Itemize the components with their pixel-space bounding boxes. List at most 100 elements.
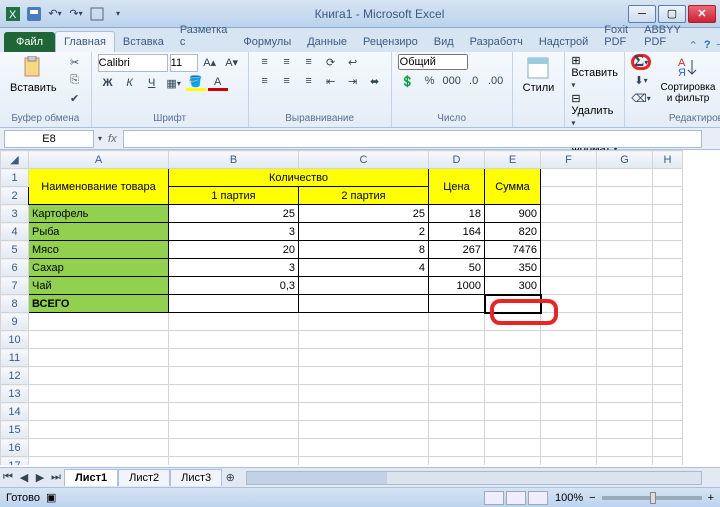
sheet-tab-3[interactable]: Лист3 xyxy=(170,469,222,486)
inc-decimal-icon[interactable]: .0 xyxy=(464,73,484,89)
sheet-nav-first-icon[interactable]: ⏮ xyxy=(0,471,16,484)
italic-icon[interactable]: К xyxy=(120,75,140,91)
shrink-font-icon[interactable]: A▾ xyxy=(222,54,242,70)
comma-icon[interactable]: 000 xyxy=(442,73,462,89)
cells-delete-button[interactable]: ⊟ Удалить ▾ xyxy=(571,92,618,129)
save-icon[interactable] xyxy=(25,5,43,23)
cell[interactable]: Наименование товара xyxy=(29,169,169,205)
col-header-A[interactable]: A xyxy=(29,151,169,169)
selected-cell-E8[interactable] xyxy=(485,295,541,313)
col-header-D[interactable]: D xyxy=(429,151,485,169)
redo-icon[interactable]: ↷▾ xyxy=(67,5,85,23)
align-bottom-icon[interactable]: ≡ xyxy=(299,54,319,70)
orientation-icon[interactable]: ⟳ xyxy=(321,54,341,70)
autosum-button[interactable]: Σ▾ xyxy=(631,54,651,70)
font-size-input[interactable] xyxy=(170,54,198,72)
cut-icon[interactable]: ✂ xyxy=(65,54,85,70)
tab-developer[interactable]: Разработч xyxy=(462,32,531,52)
row-header[interactable]: 2 xyxy=(1,187,29,205)
col-header-G[interactable]: G xyxy=(597,151,653,169)
fill-icon[interactable]: ⬇▾ xyxy=(631,72,651,88)
font-name-input[interactable] xyxy=(98,54,168,72)
tab-insert[interactable]: Вставка xyxy=(115,32,172,52)
percent-icon[interactable]: % xyxy=(420,73,440,89)
fx-icon[interactable]: fx xyxy=(102,133,123,145)
grow-font-icon[interactable]: A▴ xyxy=(200,54,220,70)
sort-filter-button[interactable]: АЯ Сортировка и фильтр xyxy=(655,54,720,106)
cell[interactable]: 2 партия xyxy=(299,187,429,205)
row-header[interactable]: 1 xyxy=(1,169,29,187)
underline-icon[interactable]: Ч xyxy=(142,75,162,91)
formula-input[interactable] xyxy=(123,130,702,148)
col-header-H[interactable]: H xyxy=(653,151,683,169)
tab-view[interactable]: Вид xyxy=(426,32,462,52)
zoom-slider[interactable] xyxy=(602,496,702,500)
new-sheet-icon[interactable]: ⊕ xyxy=(222,471,238,484)
tab-data[interactable]: Данные xyxy=(299,32,355,52)
clear-icon[interactable]: ⌫▾ xyxy=(631,90,651,106)
number-format-select[interactable] xyxy=(398,54,468,70)
cell[interactable]: 1 партия xyxy=(169,187,299,205)
sheet-tab-1[interactable]: Лист1 xyxy=(64,469,118,486)
name-box[interactable]: E8 xyxy=(4,130,94,148)
doc-minimize-icon[interactable]: ─ xyxy=(717,39,720,52)
sheet-tab-2[interactable]: Лист2 xyxy=(118,469,170,486)
tab-review[interactable]: Рецензиро xyxy=(355,32,426,52)
view-normal-icon[interactable] xyxy=(484,491,504,505)
align-middle-icon[interactable]: ≡ xyxy=(277,54,297,70)
tab-file[interactable]: Файл xyxy=(4,32,55,52)
cells-insert-button[interactable]: ⊞ Вставить ▾ xyxy=(571,54,618,91)
cell[interactable]: Сумма xyxy=(485,169,541,205)
print-preview-icon[interactable] xyxy=(88,5,106,23)
col-header-E[interactable]: E xyxy=(485,151,541,169)
tab-home[interactable]: Главная xyxy=(55,31,115,52)
fill-color-icon[interactable]: 🪣 xyxy=(186,75,206,91)
cell[interactable]: Цена xyxy=(429,169,485,205)
align-top-icon[interactable]: ≡ xyxy=(255,54,275,70)
sheet-nav-last-icon[interactable]: ⏭ xyxy=(48,471,64,484)
tab-abbyy[interactable]: ABBYY PDF xyxy=(636,20,689,52)
align-left-icon[interactable]: ≡ xyxy=(255,73,275,89)
col-header-F[interactable]: F xyxy=(541,151,597,169)
indent-inc-icon[interactable]: ⇥ xyxy=(343,73,363,89)
zoom-in-icon[interactable]: + xyxy=(708,492,714,504)
font-color-icon[interactable]: A xyxy=(208,75,228,91)
format-painter-icon[interactable]: ✔ xyxy=(65,90,85,106)
dec-decimal-icon[interactable]: .00 xyxy=(486,73,506,89)
sheet-nav-next-icon[interactable]: ▶ xyxy=(32,471,48,484)
excel-icon[interactable]: X xyxy=(4,5,22,23)
view-layout-icon[interactable] xyxy=(506,491,526,505)
align-center-icon[interactable]: ≡ xyxy=(277,73,297,89)
undo-icon[interactable]: ↶▾ xyxy=(46,5,64,23)
zoom-level[interactable]: 100% xyxy=(555,492,583,504)
wrap-text-icon[interactable]: ↩ xyxy=(343,54,363,70)
sheet-nav-prev-icon[interactable]: ◀ xyxy=(16,471,32,484)
close-button[interactable]: ✕ xyxy=(688,5,716,23)
ribbon-minimize-icon[interactable]: ⌃ xyxy=(689,39,698,52)
align-right-icon[interactable]: ≡ xyxy=(299,73,319,89)
merge-icon[interactable]: ⬌ xyxy=(365,73,385,89)
select-all-corner[interactable]: ◢ xyxy=(1,151,29,169)
indent-dec-icon[interactable]: ⇤ xyxy=(321,73,341,89)
macro-record-icon[interactable]: ▣ xyxy=(46,491,56,504)
styles-button[interactable]: Стили xyxy=(519,54,559,96)
tab-formulas[interactable]: Формулы xyxy=(235,32,299,52)
border-icon[interactable]: ▦▾ xyxy=(164,75,184,91)
copy-icon[interactable]: ⎘ xyxy=(65,72,85,88)
tab-foxit[interactable]: Foxit PDF xyxy=(596,20,636,52)
bold-icon[interactable]: Ж xyxy=(98,75,118,91)
paste-button[interactable]: Вставить xyxy=(6,54,61,96)
currency-icon[interactable]: 💲 xyxy=(398,73,418,89)
tab-addins[interactable]: Надстрой xyxy=(531,32,596,52)
horizontal-scrollbar[interactable] xyxy=(246,471,702,485)
view-pagebreak-icon[interactable] xyxy=(528,491,548,505)
col-header-C[interactable]: C xyxy=(299,151,429,169)
paste-icon xyxy=(21,56,45,80)
worksheet[interactable]: ◢ A B C D E F G H 1 Наименование товара … xyxy=(0,150,720,465)
cell[interactable]: Количество xyxy=(169,169,429,187)
qat-more-icon[interactable]: ▾ xyxy=(109,5,127,23)
zoom-out-icon[interactable]: − xyxy=(589,492,595,504)
tab-layout[interactable]: Разметка с xyxy=(172,20,236,52)
help-icon[interactable]: ? xyxy=(704,39,711,52)
col-header-B[interactable]: B xyxy=(169,151,299,169)
